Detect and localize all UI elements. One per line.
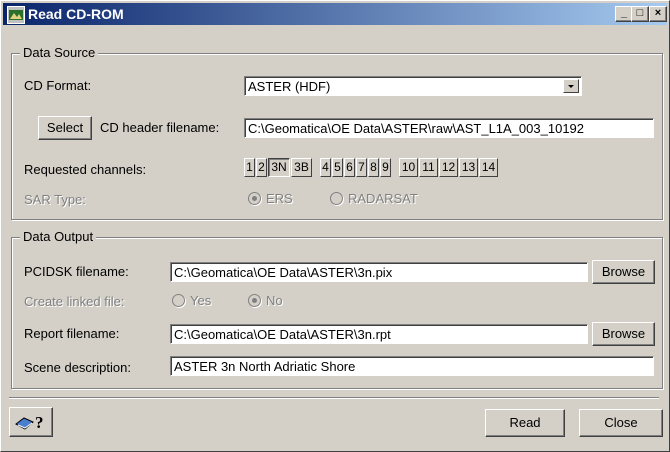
data-source-group: Data Source CD Format: ASTER (HDF) Selec… — [11, 45, 664, 220]
scene-description-label: Scene description: — [24, 360, 131, 375]
footer-separator — [9, 397, 659, 399]
channel-7-button[interactable]: 7 — [356, 158, 367, 177]
channel-4-button[interactable]: 4 — [320, 158, 331, 177]
window-title: Read CD-ROM — [28, 6, 124, 22]
book-help-icon: ? — [15, 413, 51, 432]
help-question-mark: ? — [35, 413, 44, 432]
pcidsk-field[interactable]: C:\Geomatica\OE Data\ASTER\3n.pix — [170, 262, 588, 282]
channel-5-button[interactable]: 5 — [332, 158, 343, 177]
channel-8-button[interactable]: 8 — [368, 158, 379, 177]
report-browse-button[interactable]: Browse — [592, 322, 655, 346]
sar-radarsat-radio[interactable] — [330, 192, 343, 205]
channel-13-button[interactable]: 13 — [459, 158, 478, 177]
pcidsk-browse-button[interactable]: Browse — [592, 260, 655, 284]
title-bar: Read CD-ROM _ □ × — [3, 3, 667, 25]
channel-3n-button[interactable]: 3N — [268, 158, 290, 177]
linked-yes-label: Yes — [190, 293, 212, 308]
select-button[interactable]: Select — [38, 116, 92, 140]
create-linked-label: Create linked file: — [24, 294, 125, 309]
close-window-button[interactable]: × — [649, 6, 667, 22]
requested-channels-label: Requested channels: — [24, 162, 147, 177]
channel-2-button[interactable]: 2 — [256, 158, 267, 177]
read-cdrom-dialog: Read CD-ROM _ □ × Data Source CD Format:… — [0, 0, 670, 452]
pcidsk-label: PCIDSK filename: — [24, 264, 129, 279]
channel-14-button[interactable]: 14 — [479, 158, 498, 177]
linked-no-label: No — [266, 293, 283, 308]
channel-3b-button[interactable]: 3B — [291, 158, 312, 177]
data-source-legend: Data Source — [20, 45, 99, 60]
linked-no-radio[interactable] — [248, 294, 261, 307]
report-label: Report filename: — [24, 326, 120, 341]
channel-11-button[interactable]: 11 — [419, 158, 438, 177]
read-button[interactable]: Read — [485, 409, 565, 437]
cd-header-label: CD header filename: — [100, 120, 220, 135]
cd-format-select[interactable]: ASTER (HDF) — [244, 76, 582, 96]
linked-yes-radio[interactable] — [172, 294, 185, 307]
sar-ers-label: ERS — [266, 191, 293, 206]
cd-format-value: ASTER (HDF) — [248, 79, 331, 94]
channel-12-button[interactable]: 12 — [439, 158, 458, 177]
sar-radarsat-label: RADARSAT — [348, 191, 418, 206]
channel-10-button[interactable]: 10 — [399, 158, 418, 177]
app-icon — [7, 6, 25, 24]
report-field[interactable]: C:\Geomatica\OE Data\ASTER\3n.rpt — [170, 324, 588, 344]
maximize-button[interactable]: □ — [631, 6, 649, 22]
channel-buttons: 1 2 3N 3B 4 5 6 7 8 9 10 11 12 13 14 — [244, 158, 664, 178]
close-button[interactable]: Close — [579, 409, 663, 437]
channel-1-button[interactable]: 1 — [244, 158, 255, 177]
data-output-group: Data Output PCIDSK filename: C:\Geomatic… — [11, 229, 663, 389]
chevron-down-icon[interactable] — [563, 79, 579, 93]
cd-header-field[interactable]: C:\Geomatica\OE Data\ASTER\raw\AST_L1A_0… — [244, 118, 654, 138]
sar-type-label: SAR Type: — [24, 192, 86, 207]
sar-ers-radio[interactable] — [248, 192, 261, 205]
help-button[interactable]: ? — [9, 407, 53, 437]
channel-9-button[interactable]: 9 — [380, 158, 391, 177]
scene-description-field[interactable]: ASTER 3n North Adriatic Shore — [170, 356, 654, 376]
cd-format-label: CD Format: — [24, 78, 92, 93]
data-output-legend: Data Output — [20, 229, 97, 244]
channel-6-button[interactable]: 6 — [344, 158, 355, 177]
